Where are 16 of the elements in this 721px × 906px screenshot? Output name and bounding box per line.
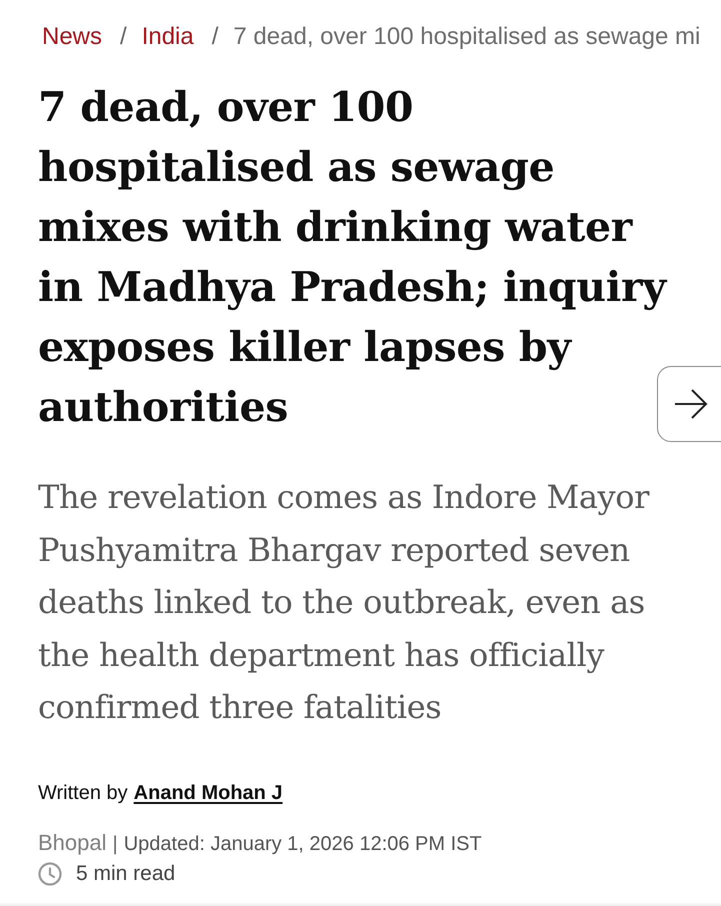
author-link[interactable]: Anand Mohan J [134,780,283,806]
byline-label: Written by [38,780,128,806]
clock-icon [38,862,62,886]
breadcrumb-separator: / [120,22,127,52]
headline: 7 dead, over 100 hospitalised as sewage mixes with drinking water in Madhya Pradesh; inquiry exposes killer lapses by authorities [38,82,668,433]
breadcrumb-separator: / [212,22,218,52]
updated-time: Updated: January 1, 2026 12:06 PM IST [124,832,482,856]
meta-separator: | [112,832,118,856]
summary-text: The revelation comes as Indore Mayor Pushyamitra Bhargav reported seven deaths linked to the outbreak, even as the health department has officially confirmed three fatalities [38,477,650,728]
breadcrumb-link[interactable]: News [42,21,102,53]
breadcrumb-current: 7 dead, over 100 hospitalised as sewage mi [233,22,700,52]
arrow-right-icon [674,389,708,419]
next-button[interactable] [657,366,721,442]
breadcrumb-link[interactable]: India [142,21,194,53]
location-text: Bhopal [38,830,107,856]
read-time: 5 min read [76,862,176,886]
